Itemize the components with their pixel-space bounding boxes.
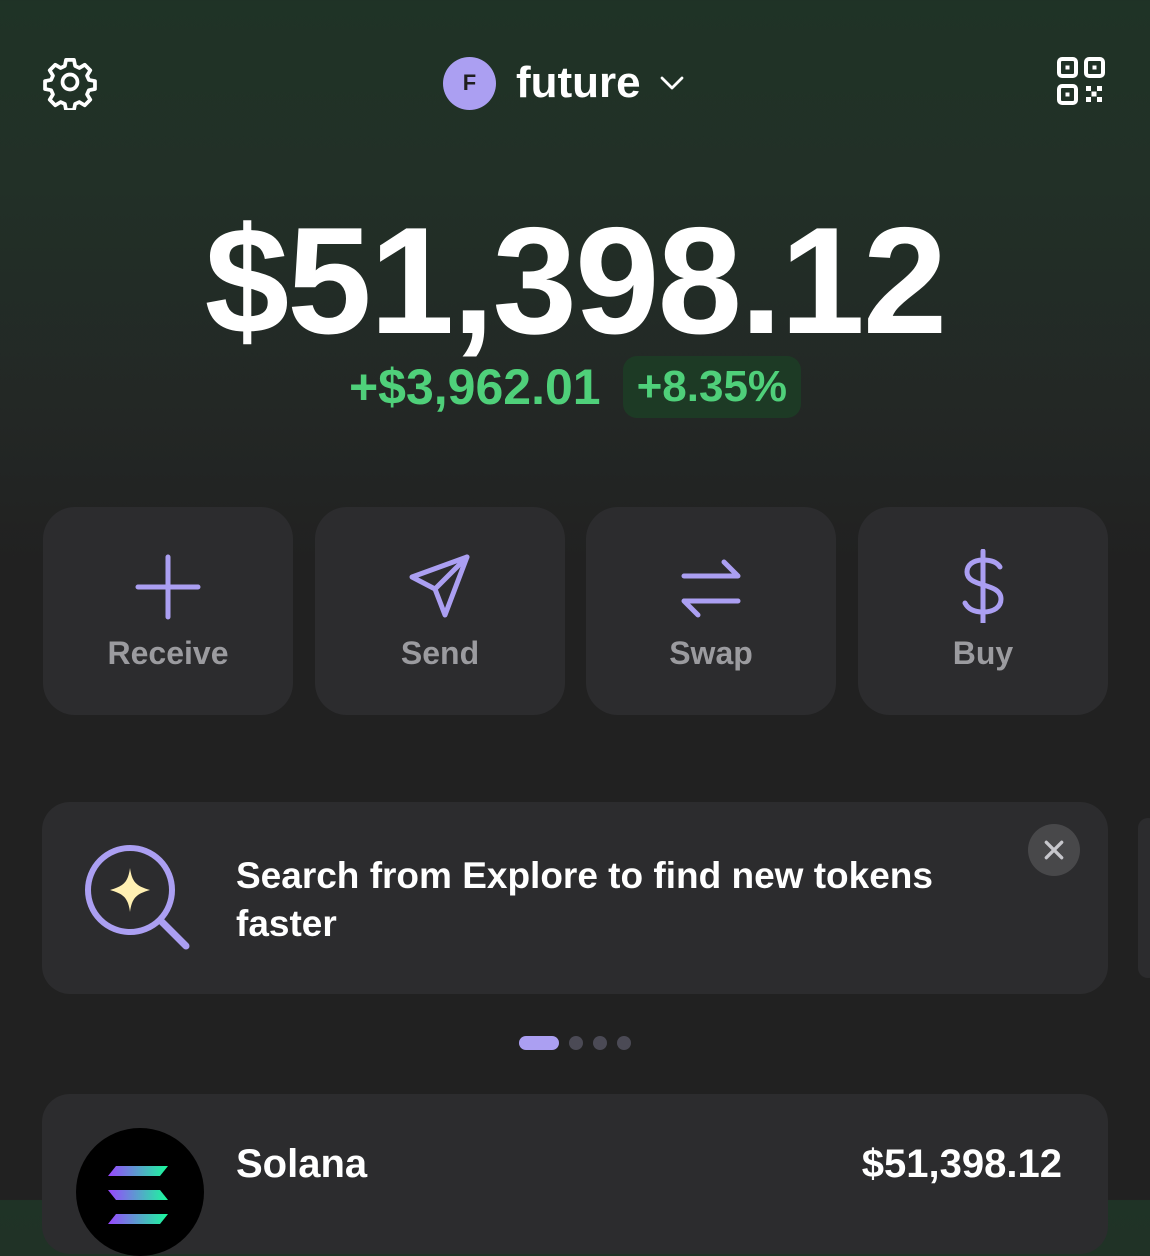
banner-text: Search from Explore to find new tokens f… xyxy=(236,855,933,944)
next-banner-peek xyxy=(1138,818,1150,978)
send-button[interactable]: Send xyxy=(315,507,565,715)
swap-icon xyxy=(681,559,741,618)
pager-dot[interactable] xyxy=(593,1036,607,1050)
swap-button[interactable]: Swap xyxy=(586,507,836,715)
banner-pager xyxy=(519,1036,631,1050)
plus-icon xyxy=(135,554,201,620)
banner-close-button[interactable] xyxy=(1028,824,1080,876)
account-name: future xyxy=(516,58,641,107)
change-amount: +$3,962.01 xyxy=(348,359,601,415)
receive-button[interactable]: Receive xyxy=(43,507,293,715)
gear-icon xyxy=(43,57,97,112)
token-value: $51,398.12 xyxy=(861,1142,1062,1186)
chevron-down-icon xyxy=(660,76,684,90)
total-balance: $51,398.12 xyxy=(204,196,948,366)
solana-logo xyxy=(76,1128,204,1256)
buy-label: Buy xyxy=(952,635,1014,671)
dollar-icon xyxy=(962,549,1004,623)
swap-label: Swap xyxy=(669,635,753,671)
buy-button[interactable]: Buy xyxy=(858,507,1108,715)
search-sparkle-icon xyxy=(85,845,190,950)
balance-change: +$3,962.01 +8.35% xyxy=(0,356,1150,418)
pager-dot[interactable] xyxy=(617,1036,631,1050)
qr-code-button[interactable] xyxy=(1056,56,1106,106)
receive-label: Receive xyxy=(107,635,229,671)
send-icon xyxy=(409,554,470,618)
explore-promo-banner[interactable]: Search from Explore to find new tokens f… xyxy=(42,802,1108,994)
close-icon xyxy=(1044,840,1064,860)
qr-code-icon xyxy=(1057,57,1105,105)
token-name: Solana xyxy=(236,1142,368,1186)
settings-button[interactable] xyxy=(42,54,98,112)
avatar: F xyxy=(443,56,496,110)
send-label: Send xyxy=(400,635,480,671)
pager-dot[interactable] xyxy=(569,1036,583,1050)
token-row-solana[interactable]: Solana $51,398.12 xyxy=(42,1094,1108,1256)
pager-dot-active[interactable] xyxy=(519,1036,559,1050)
account-switcher[interactable]: F future xyxy=(443,56,687,110)
change-percent-badge: +8.35% xyxy=(622,356,802,418)
